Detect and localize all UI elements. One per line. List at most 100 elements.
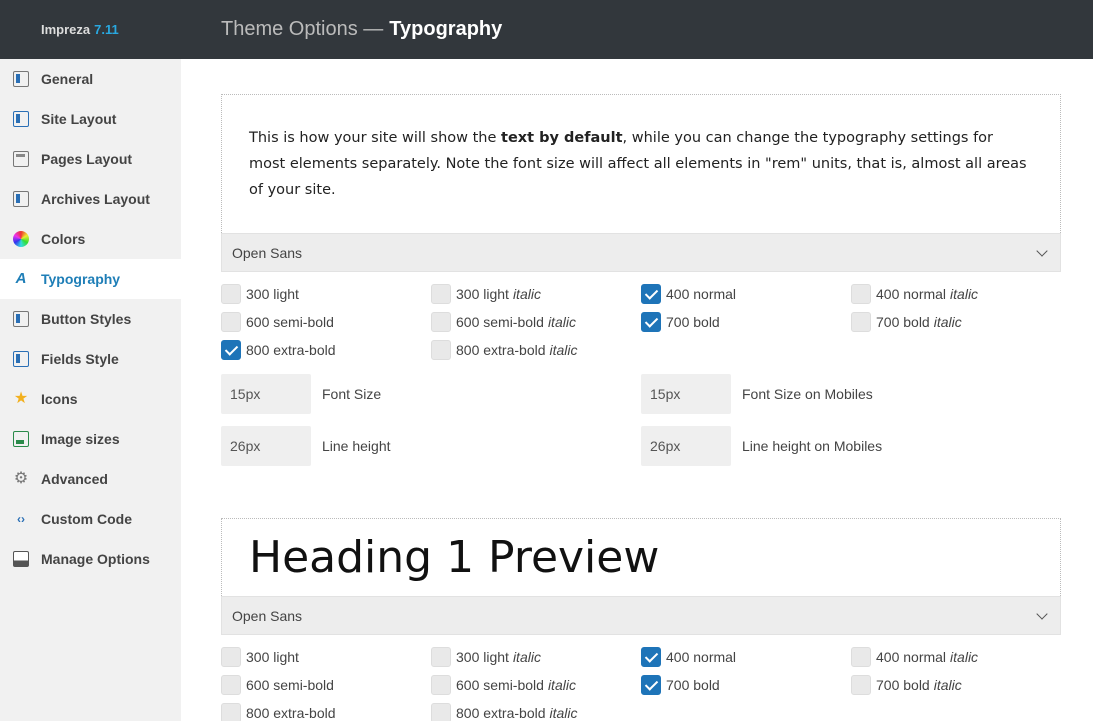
- weight-label: 700 bold: [876, 677, 930, 693]
- font-weight-option[interactable]: 700 bold: [641, 671, 851, 699]
- font-weight-option[interactable]: 300 light italic: [431, 280, 641, 308]
- sidebar-item-colors[interactable]: Colors: [0, 219, 181, 259]
- size-field: Line height: [221, 426, 641, 466]
- size-input[interactable]: [221, 374, 311, 414]
- weight-label: 300 light: [456, 649, 509, 665]
- checkbox[interactable]: [641, 312, 661, 332]
- font-weight-option[interactable]: 800 extra-bold italic: [431, 336, 641, 364]
- body-text-preview: This is how your site will show the text…: [221, 94, 1061, 233]
- checkbox[interactable]: [431, 703, 451, 721]
- star-icon: ★: [13, 390, 29, 407]
- brand-version: 7.11: [94, 22, 119, 37]
- weight-label: 600 semi-bold: [246, 314, 334, 330]
- heading1-font-value: Open Sans: [232, 607, 303, 624]
- font-weight-option[interactable]: 400 normal italic: [851, 643, 1061, 671]
- weight-label: 600 semi-bold: [456, 677, 544, 693]
- size-input[interactable]: [641, 374, 731, 414]
- checkbox[interactable]: [641, 675, 661, 695]
- sidebar-item-archives-layout[interactable]: Archives Layout: [0, 179, 181, 219]
- font-weight-option[interactable]: 600 semi-bold italic: [431, 671, 641, 699]
- font-weight-option[interactable]: 600 semi-bold italic: [431, 308, 641, 336]
- sidebar-item-label: Typography: [41, 271, 121, 287]
- size-field-label: Line height on Mobiles: [742, 438, 883, 454]
- weight-label: 800 extra-bold: [456, 342, 546, 358]
- button-icon: [13, 311, 29, 327]
- italic-label: italic: [950, 649, 979, 665]
- chevron-down-icon: [1036, 607, 1048, 620]
- font-weight-option[interactable]: 800 extra-bold: [221, 699, 431, 721]
- italic-label: italic: [547, 314, 576, 330]
- checkbox[interactable]: [221, 675, 241, 695]
- checkbox[interactable]: [641, 284, 661, 304]
- font-weight-option[interactable]: 700 bold italic: [851, 308, 1061, 336]
- checkbox[interactable]: [641, 647, 661, 667]
- typography-icon: A: [15, 270, 27, 287]
- body-preview-text: This is how your site will show the text…: [249, 130, 1027, 198]
- weight-label: 800 extra-bold: [246, 342, 336, 358]
- font-weight-option[interactable]: 400 normal italic: [851, 280, 1061, 308]
- font-weight-option[interactable]: 800 extra-bold italic: [431, 699, 641, 721]
- checkbox[interactable]: [851, 312, 871, 332]
- page-layout-icon: [13, 151, 29, 167]
- sidebar-item-site-layout[interactable]: Site Layout: [0, 99, 181, 139]
- color-wheel-icon: [13, 231, 29, 247]
- sidebar-item-label: General: [41, 71, 94, 87]
- font-weight-option[interactable]: 800 extra-bold: [221, 336, 431, 364]
- checkbox[interactable]: [221, 284, 241, 304]
- size-field: Line height on Mobiles: [641, 426, 1061, 466]
- sidebar-item-label: Site Layout: [41, 111, 117, 127]
- sidebar: Impreza 7.11 General Site Layout Pages Lay…: [0, 0, 181, 721]
- heading1-font-select[interactable]: Open Sans: [221, 596, 1061, 635]
- sidebar-item-advanced[interactable]: ⚙ Advanced: [0, 459, 181, 499]
- font-weight-option[interactable]: 700 bold italic: [851, 671, 1061, 699]
- body-font-select[interactable]: Open Sans: [221, 233, 1061, 272]
- font-weight-option[interactable]: 300 light italic: [431, 643, 641, 671]
- checkbox[interactable]: [221, 340, 241, 360]
- size-field: Font Size: [221, 374, 641, 414]
- font-weight-option[interactable]: 700 bold: [641, 308, 851, 336]
- sidebar-item-general[interactable]: General: [0, 59, 181, 99]
- weight-label: 300 light: [456, 286, 509, 302]
- font-weight-option[interactable]: 600 semi-bold: [221, 308, 431, 336]
- weight-label: 400 normal: [876, 286, 947, 302]
- checkbox[interactable]: [851, 675, 871, 695]
- weight-label: 600 semi-bold: [456, 314, 544, 330]
- sidebar-item-fields-style[interactable]: Fields Style: [0, 339, 181, 379]
- italic-label: italic: [933, 677, 962, 693]
- weight-label: 700 bold: [666, 314, 720, 330]
- checkbox[interactable]: [431, 312, 451, 332]
- checkbox[interactable]: [431, 340, 451, 360]
- layout-icon: [13, 111, 29, 127]
- font-weight-option[interactable]: 400 normal: [641, 280, 851, 308]
- checkbox[interactable]: [431, 675, 451, 695]
- sidebar-item-icons[interactable]: ★ Icons: [0, 379, 181, 419]
- checkbox[interactable]: [221, 703, 241, 721]
- sidebar-item-pages-layout[interactable]: Pages Layout: [0, 139, 181, 179]
- checkbox[interactable]: [221, 312, 241, 332]
- checkbox[interactable]: [431, 647, 451, 667]
- sidebar-item-manage-options[interactable]: Manage Options: [0, 539, 181, 579]
- sidebar-item-image-sizes[interactable]: Image sizes: [0, 419, 181, 459]
- sidebar-item-typography[interactable]: A Typography: [0, 259, 181, 299]
- checkbox[interactable]: [431, 284, 451, 304]
- sidebar-item-label: Fields Style: [41, 351, 119, 367]
- checkbox[interactable]: [221, 647, 241, 667]
- size-input[interactable]: [641, 426, 731, 466]
- size-input[interactable]: [221, 426, 311, 466]
- sidebar-item-custom-code[interactable]: ‹› Custom Code: [0, 499, 181, 539]
- sidebar-item-button-styles[interactable]: Button Styles: [0, 299, 181, 339]
- weight-label: 400 normal: [666, 649, 737, 665]
- body-font-value: Open Sans: [232, 244, 303, 261]
- font-weight-option[interactable]: 300 light: [221, 280, 431, 308]
- header-prefix: Theme Options —: [221, 18, 384, 40]
- weight-label: 700 bold: [876, 314, 930, 330]
- font-weight-option[interactable]: 300 light: [221, 643, 431, 671]
- sliders-icon: [13, 71, 29, 87]
- checkbox[interactable]: [851, 284, 871, 304]
- body-size-fields: Font Size Font Size on Mobiles Line height…: [221, 374, 1061, 466]
- main-content: This is how your site will show the text…: [221, 59, 1061, 721]
- checkbox[interactable]: [851, 647, 871, 667]
- weight-label: 600 semi-bold: [246, 677, 334, 693]
- font-weight-option[interactable]: 400 normal: [641, 643, 851, 671]
- font-weight-option[interactable]: 600 semi-bold: [221, 671, 431, 699]
